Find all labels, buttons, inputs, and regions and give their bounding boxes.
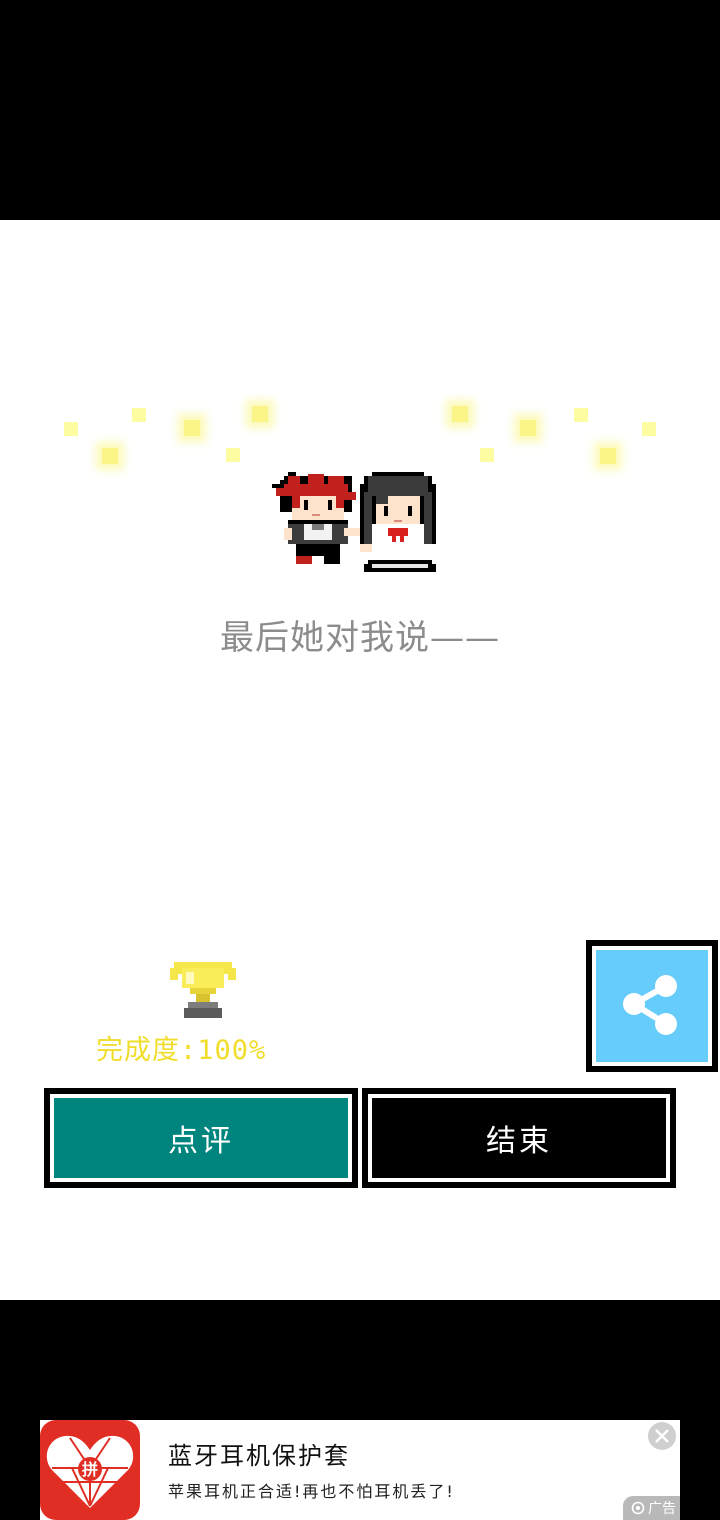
ad-info-icon (631, 1501, 645, 1515)
close-icon (655, 1429, 669, 1443)
sparkle-decoration (642, 422, 656, 436)
ad-label-badge: 广告 (623, 1496, 680, 1520)
sparkle-decoration (132, 408, 146, 422)
end-button-label[interactable]: 结束 (368, 1094, 670, 1182)
ad-brand-logo[interactable]: 拼 (40, 1420, 140, 1520)
review-button-label[interactable]: 点评 (50, 1094, 352, 1182)
sparkle-decoration (252, 406, 268, 422)
sparkle-decoration (480, 448, 494, 462)
review-button[interactable]: 点评 (44, 1088, 358, 1188)
sparkle-decoration (574, 408, 588, 422)
sparkle-decoration (184, 420, 200, 436)
share-button[interactable] (586, 940, 718, 1072)
pixel-couple-illustration (272, 472, 436, 572)
ad-label-text: 广告 (648, 1501, 676, 1517)
share-icon (623, 975, 677, 1035)
ad-title[interactable]: 蓝牙耳机保护套 (168, 1436, 350, 1471)
sparkle-decoration (226, 448, 240, 462)
game-ending-screen: 最后她对我说—— 完成度:100% 点评 结束 (0, 220, 720, 1300)
share-button-face[interactable] (592, 946, 712, 1066)
sparkle-decoration (600, 448, 616, 464)
sparkle-decoration (102, 448, 118, 464)
ad-close-button[interactable] (648, 1422, 676, 1450)
boy-character (272, 472, 360, 564)
sparkle-decoration (452, 406, 468, 422)
completion-rate: 完成度:100% (96, 1035, 267, 1066)
ending-message: 最后她对我说—— (220, 618, 500, 658)
ad-logo-text: 拼 (82, 1460, 98, 1479)
sparkle-decoration (64, 422, 78, 436)
trophy-icon (170, 962, 236, 1018)
app-screen: 最后她对我说—— 完成度:100% 点评 结束 拼 蓝牙耳机保护套 苹果耳机正合… (0, 0, 720, 1520)
girl-character (360, 472, 436, 572)
ad-subtitle[interactable]: 苹果耳机正合适!再也不怕耳机丢了! (168, 1478, 455, 1502)
ad-banner[interactable]: 拼 蓝牙耳机保护套 苹果耳机正合适!再也不怕耳机丢了! 广告 (40, 1420, 680, 1520)
end-button[interactable]: 结束 (362, 1088, 676, 1188)
sparkle-decoration (520, 420, 536, 436)
heart-logo-icon: 拼 (46, 1435, 134, 1508)
